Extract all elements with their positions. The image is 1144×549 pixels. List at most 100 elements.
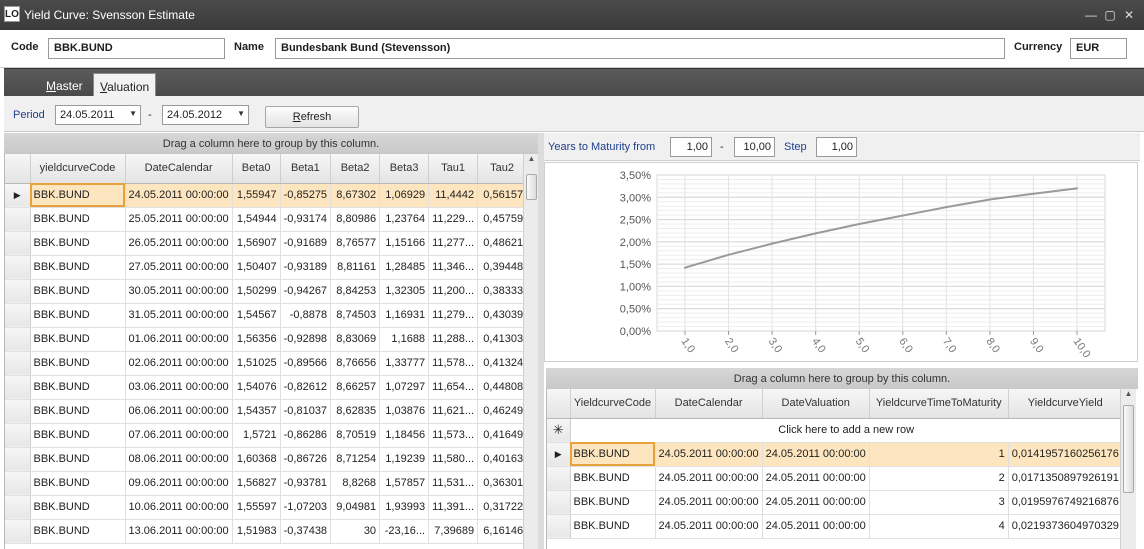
column-header[interactable]: DateValuation [762,389,870,419]
scroll-thumb[interactable] [526,174,537,200]
new-row[interactable]: ✳ Click here to add a new row [547,418,1123,443]
table-cell[interactable]: 1,23764 [379,207,430,232]
table-cell[interactable]: BBK.BUND [30,327,126,352]
table-cell[interactable]: 1,56907 [232,231,281,256]
table-cell[interactable]: 8,66257 [330,375,381,400]
name-field[interactable]: Bundesbank Bund (Stevensson) [275,38,1005,59]
table-cell[interactable]: 4 [869,514,1009,539]
column-header[interactable]: Tau1 [428,154,479,184]
table-cell[interactable]: 24.05.2011 00:00:00 [655,442,763,467]
table-cell[interactable]: 1,50407 [232,255,281,280]
table-cell[interactable]: 0,38333 [477,279,528,304]
table-cell[interactable]: 1,54567 [232,303,281,328]
table-row[interactable]: BBK.BUND 27.05.2011 00:00:00 1,50407 -0,931… [5,255,528,280]
table-cell[interactable]: 11,346... [428,255,479,280]
table-cell[interactable]: BBK.BUND [570,466,656,491]
table-cell[interactable]: 03.06.2011 00:00:00 [125,375,233,400]
table-cell[interactable]: 1,32305 [379,279,430,304]
table-cell[interactable]: -0,93189 [280,255,332,280]
table-row[interactable]: ▶ BBK.BUND 24.05.2011 00:00:00 24.05.2011 0… [547,442,1123,467]
table-cell[interactable]: 24.05.2011 00:00:00 [762,466,870,491]
column-header[interactable]: DateCalendar [125,154,233,184]
table-cell[interactable]: -0,94267 [280,279,332,304]
column-header[interactable]: Beta0 [232,154,281,184]
table-cell[interactable]: 1,16931 [379,303,430,328]
scroll-thumb[interactable] [1123,405,1134,493]
table-cell[interactable]: 30.05.2011 00:00:00 [125,279,233,304]
table-cell[interactable]: 8,8268 [330,471,381,496]
row-indicator[interactable] [547,514,571,539]
row-indicator[interactable]: ▶ [5,183,31,208]
table-cell[interactable]: 1,03876 [379,399,430,424]
table-cell[interactable]: 02.06.2011 00:00:00 [125,351,233,376]
table-row[interactable]: BBK.BUND 24.05.2011 00:00:00 24.05.2011 00… [547,466,1123,491]
table-cell[interactable]: 1,54076 [232,375,281,400]
table-cell[interactable]: 8,76656 [330,351,381,376]
table-cell[interactable]: 0,48621 [477,231,528,256]
table-cell[interactable]: 0,31722 [477,495,528,520]
table-cell[interactable]: 0,43039 [477,303,528,328]
table-cell[interactable]: 8,83069 [330,327,381,352]
table-cell[interactable]: 8,81161 [330,255,381,280]
table-row[interactable]: BBK.BUND 30.05.2011 00:00:00 1,50299 -0,942… [5,279,528,304]
table-cell[interactable]: 11,580... [428,447,479,472]
right-group-panel[interactable]: Drag a column here to group by this colu… [546,368,1138,390]
step-input[interactable]: 1,00 [816,137,857,157]
table-cell[interactable]: 1 [869,442,1009,467]
table-cell[interactable]: 8,67302 [330,183,381,208]
table-cell[interactable]: 0,44808 [477,375,528,400]
table-cell[interactable]: 11,279... [428,303,479,328]
table-cell[interactable]: 0,41649 [477,423,528,448]
row-indicator[interactable] [5,471,31,496]
table-row[interactable]: BBK.BUND 08.06.2011 00:00:00 1,60368 -0,867… [5,447,528,472]
table-cell[interactable]: 24.05.2011 00:00:00 [655,490,763,515]
table-cell[interactable]: 1,55597 [232,495,281,520]
chevron-down-icon[interactable]: ▼ [129,109,137,118]
table-row[interactable]: BBK.BUND 26.05.2011 00:00:00 1,56907 -0,916… [5,231,528,256]
table-cell[interactable]: 27.05.2011 00:00:00 [125,255,233,280]
table-cell[interactable]: 8,62835 [330,399,381,424]
table-cell[interactable]: 11,229... [428,207,479,232]
maturity-from-input[interactable]: 1,00 [670,137,712,157]
table-cell[interactable]: 01.06.2011 00:00:00 [125,327,233,352]
table-cell[interactable]: 2 [869,466,1009,491]
column-header[interactable]: YieldcurveTimeToMaturity [869,389,1009,419]
table-row[interactable]: BBK.BUND 09.06.2011 00:00:00 1,56827 -0,937… [5,471,528,496]
tab-master[interactable]: Master [40,73,89,97]
table-cell[interactable]: 0,0219373604970329 [1008,514,1123,539]
table-cell[interactable]: 1,57857 [379,471,430,496]
table-cell[interactable]: -0,85275 [280,183,332,208]
table-cell[interactable]: 0,41324 [477,351,528,376]
row-indicator[interactable] [5,447,31,472]
table-cell[interactable]: -0,92898 [280,327,332,352]
table-cell[interactable]: 0,41303 [477,327,528,352]
table-cell[interactable]: 11,531... [428,471,479,496]
table-row[interactable]: BBK.BUND 07.06.2011 00:00:00 1,5721 -0,8628… [5,423,528,448]
table-cell[interactable]: 8,80986 [330,207,381,232]
table-cell[interactable]: 26.05.2011 00:00:00 [125,231,233,256]
scroll-up-icon[interactable]: ▲ [524,154,538,168]
row-indicator[interactable] [5,519,31,544]
left-grid-scrollbar[interactable]: ▲ [523,154,538,549]
table-cell[interactable]: 11,654... [428,375,479,400]
table-cell[interactable]: -0,89566 [280,351,332,376]
table-cell[interactable]: 11,200... [428,279,479,304]
column-header[interactable]: Beta3 [379,154,430,184]
row-indicator[interactable] [5,255,31,280]
table-cell[interactable]: 1,60368 [232,447,281,472]
table-cell[interactable]: 1,33777 [379,351,430,376]
table-cell[interactable]: -0,81037 [280,399,332,424]
table-cell[interactable]: 1,1688 [379,327,430,352]
row-indicator[interactable] [5,207,31,232]
column-header[interactable]: Tau2 [477,154,528,184]
row-indicator[interactable] [5,399,31,424]
table-cell[interactable]: BBK.BUND [30,495,126,520]
table-cell[interactable]: BBK.BUND [30,351,126,376]
table-cell[interactable]: BBK.BUND [30,207,126,232]
table-cell[interactable]: -0,86286 [280,423,332,448]
row-indicator[interactable] [5,423,31,448]
table-cell[interactable]: 0,0141957160256176 [1008,442,1123,467]
table-cell[interactable]: BBK.BUND [30,303,126,328]
table-cell[interactable]: 8,76577 [330,231,381,256]
maturity-to-input[interactable]: 10,00 [734,137,775,157]
